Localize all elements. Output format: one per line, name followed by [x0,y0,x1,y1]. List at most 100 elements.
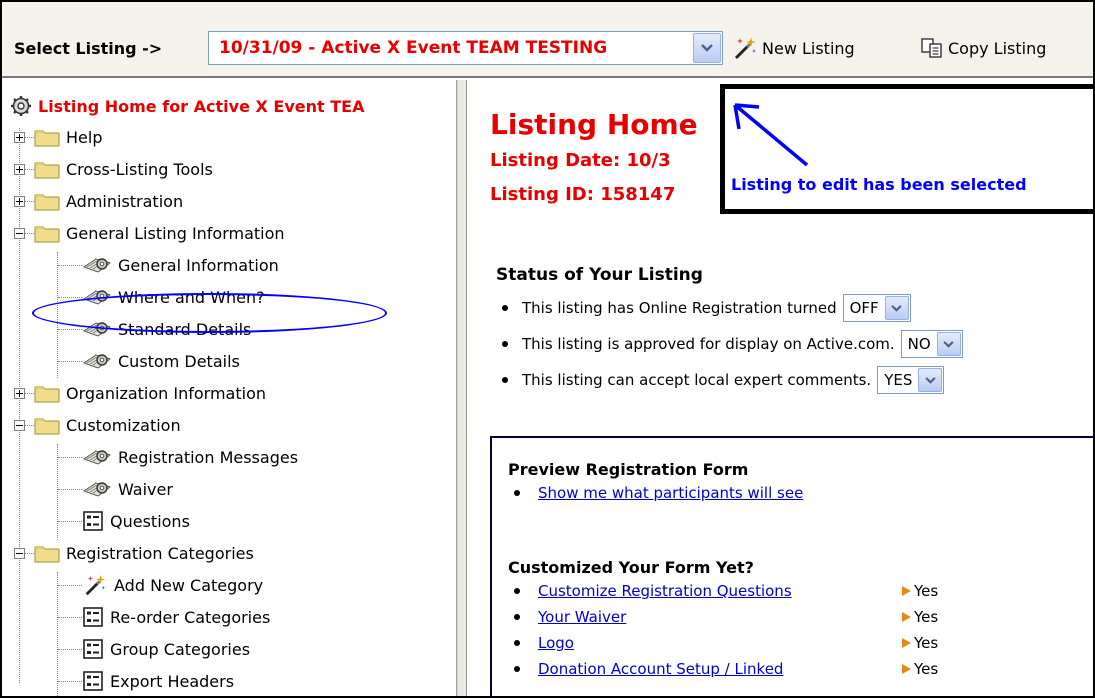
custom-item-status: Yes [902,582,938,600]
tree-item-label: Registration Categories [66,543,254,563]
status-value: Yes [914,634,939,652]
folder-icon [34,130,60,147]
form-icon [83,671,103,691]
tree-item-registration-messages[interactable]: Registration Messages [58,443,298,471]
new-listing-button[interactable]: New Listing [732,32,855,64]
status-value: Yes [914,608,939,626]
tree-item-label: Add New Category [114,575,264,595]
gear-home-icon [11,96,31,116]
folder-icon [34,546,60,563]
select-listing-label: Select Listing -> [14,39,163,58]
toolbar: Select Listing -> 10/31/09 - Active X Ev… [2,2,1093,78]
new-listing-label: New Listing [762,38,855,58]
tree-item-label: Administration [66,191,184,211]
gear-document-icon [82,354,112,369]
folder-icon [34,162,60,179]
app-window: Select Listing -> 10/31/09 - Active X Ev… [0,0,1095,698]
listing-select-value: 10/31/09 - Active X Event TEAM TESTING [219,38,608,58]
form-icon [83,511,103,531]
tree-item-group-categories[interactable]: Group Categories [58,635,250,663]
copy-listing-label: Copy Listing [948,38,1047,58]
tree-item-label: Custom Details [118,351,240,371]
gear-document-icon [82,258,112,273]
custom-item-link[interactable]: Donation Account Setup / Linked [538,660,783,678]
select-value: NO [907,335,931,353]
tree-item-export-headers[interactable]: Export Headers [58,667,234,695]
status-row-approved-display: This listing is approved for display on … [502,330,963,358]
listing-date: Listing Date: 10/3 [490,150,671,171]
tree-item-help[interactable]: Help [14,123,102,151]
collapse-icon[interactable] [14,227,25,239]
collapse-icon[interactable] [14,547,25,559]
approved-display-select[interactable]: NO [900,330,963,358]
copy-icon [921,38,942,58]
play-arrow-icon [902,664,911,674]
select-value: YES [884,371,913,389]
chevron-down-icon[interactable] [918,368,943,392]
page-title: Listing Home [490,108,698,141]
tree-item-general-information[interactable]: General Information [58,251,279,279]
tree-item-questions[interactable]: Questions [58,507,190,535]
annotation-callout: Listing to edit has been selected [720,84,1093,214]
custom-item-link[interactable]: Customize Registration Questions [538,582,792,600]
tree-root-label: Listing Home for Active X Event TEA [38,96,365,116]
listing-id: Listing ID: 158147 [490,184,676,205]
preview-link-row: Show me what participants will see [514,484,803,502]
expand-icon[interactable] [14,195,25,207]
chevron-down-icon[interactable] [693,33,721,63]
tree-item-cross-listing-tools[interactable]: Cross-Listing Tools [14,155,213,183]
show-participants-link[interactable]: Show me what participants will see [538,484,803,502]
folder-icon [34,386,60,403]
tree-item-label: Customization [66,415,181,435]
status-row-online-registration: This listing has Online Registration tur… [502,294,911,322]
tree-item-organization-information[interactable]: Organization Information [14,379,266,407]
tree-item-label: General Information [118,255,279,275]
gear-document-icon [82,482,112,497]
tree-item-label: General Listing Information [66,223,285,243]
tree-item-customization[interactable]: Customization [14,411,181,439]
status-row-expert-comments: This listing can accept local expert com… [502,366,945,394]
form-icon [83,639,103,659]
status-value: Yes [914,582,939,600]
tree-item-label: Registration Messages [118,447,299,467]
tree-item-label: Organization Information [66,383,266,403]
expand-icon[interactable] [14,163,25,175]
main-content: Listing Home Listing Date: 10/3 Listing … [468,80,1093,696]
tree-item-general-listing-information[interactable]: General Listing Information [14,219,285,247]
listing-select[interactable]: 10/31/09 - Active X Event TEAM TESTING [208,31,723,65]
tree-item-registration-categories[interactable]: Registration Categories [14,539,254,567]
gear-document-icon [82,450,112,465]
magic-wand-icon [85,574,106,596]
tree-item-custom-details[interactable]: Custom Details [58,347,240,375]
folder-icon [34,226,60,243]
form-icon [83,607,103,627]
folder-icon [34,418,60,435]
custom-item-registration-questions: Customize Registration Questions [514,582,792,600]
highlight-oval-annotation [32,293,387,333]
collapse-icon[interactable] [14,419,25,431]
tree-item-waiver[interactable]: Waiver [58,475,173,503]
custom-item-status: Yes [902,608,938,626]
custom-item-link[interactable]: Your Waiver [538,608,626,626]
preview-title: Preview Registration Form [508,460,749,479]
online-registration-select[interactable]: OFF [842,294,911,322]
select-value: OFF [849,299,879,317]
chevron-down-icon[interactable] [936,332,961,356]
magic-wand-icon [734,37,756,60]
expert-comments-select[interactable]: YES [877,366,945,394]
custom-item-status: Yes [902,634,938,652]
expand-icon[interactable] [14,131,25,143]
expand-icon[interactable] [14,387,25,399]
play-arrow-icon [902,612,911,622]
tree-item-administration[interactable]: Administration [14,187,183,215]
navigation-tree: Listing Home for Active X Event TEA Help… [2,80,457,696]
folder-icon [34,194,60,211]
tree-item-label: Group Categories [110,639,251,659]
tree-item-reorder-categories[interactable]: Re-order Categories [58,603,270,631]
chevron-down-icon[interactable] [884,296,909,320]
tree-root-listing-home[interactable]: Listing Home for Active X Event TEA [10,95,364,117]
pane-splitter[interactable] [457,80,467,696]
copy-listing-button[interactable]: Copy Listing [920,32,1046,64]
tree-item-add-new-category[interactable]: Add New Category [58,571,263,599]
custom-item-link[interactable]: Logo [538,634,574,652]
